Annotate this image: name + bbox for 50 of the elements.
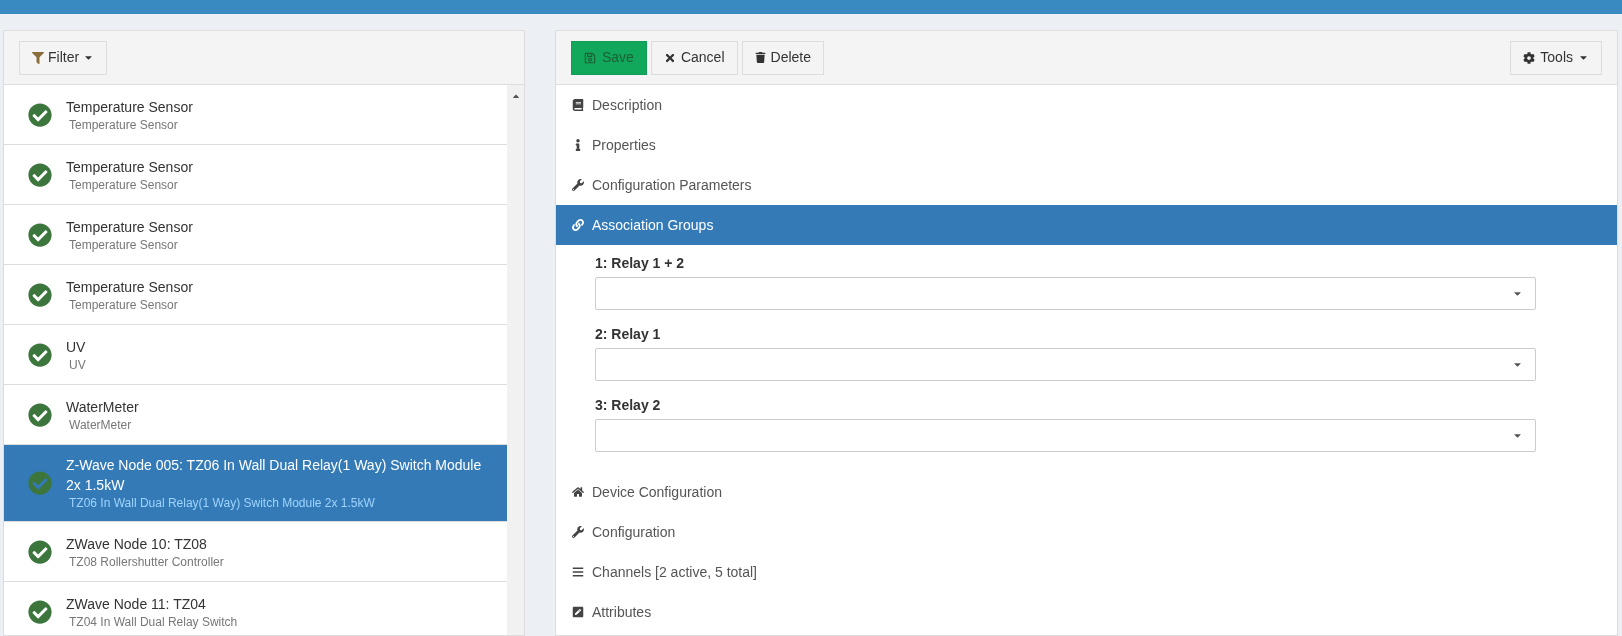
select-field[interactable] <box>595 277 1536 310</box>
link-icon <box>572 219 584 231</box>
device-title: Temperature Sensor <box>66 157 193 177</box>
section-header[interactable]: Configuration Parameters <box>556 165 1617 205</box>
select-field[interactable] <box>595 348 1536 381</box>
filter-icon <box>32 51 44 64</box>
device-title: Z-Wave Node 005: TZ06 In Wall Dual Relay(1 Way) Switch Module 2x 1.5kW <box>66 456 483 495</box>
tools-button[interactable]: Tools <box>1510 40 1602 75</box>
section-header[interactable]: Channels [2 active, 5 total] <box>556 552 1617 592</box>
menu-icon <box>572 566 584 578</box>
book-icon <box>572 99 584 111</box>
group-label: 1: Relay 1 + 2 <box>595 253 686 273</box>
device-title: ZWave Node 11: TZ04 <box>66 594 207 614</box>
device-subtitle: TZ06 In Wall Dual Relay(1 Way) Switch Module 2x 1.5kW <box>68 495 376 511</box>
delete-button[interactable]: Delete <box>741 40 824 75</box>
device-subtitle: TZ08 Rollershutter Controller <box>68 553 224 570</box>
device-title: Temperature Sensor <box>66 277 193 297</box>
cancel-button[interactable]: Cancel <box>650 40 738 75</box>
wrench-icon <box>572 526 584 538</box>
trash-icon <box>754 52 766 63</box>
device-subtitle: UV <box>68 356 86 373</box>
section-header[interactable]: Attributes <box>556 592 1617 632</box>
device-title: ZWave Node 10: TZ08 <box>66 534 208 554</box>
close-icon <box>663 51 676 64</box>
select-field[interactable] <box>595 419 1536 452</box>
device-title: Temperature Sensor <box>66 97 193 117</box>
device-title: WaterMeter <box>66 397 139 417</box>
section-header[interactable]: Properties <box>556 125 1617 165</box>
device-subtitle: TZ04 In Wall Dual Relay Switch <box>68 613 238 630</box>
section-header[interactable]: Description <box>556 85 1617 125</box>
section-header[interactable]: Association Groups <box>556 205 1617 245</box>
save-icon <box>584 51 596 64</box>
device-subtitle: Temperature Sensor <box>68 116 179 133</box>
device-title: UV <box>66 337 86 357</box>
device-list-item[interactable]: Z-Wave Node 005: TZ06 In Wall Dual Relay(1 Way) Switch Module 2x 1.5kW TZ06 In Wall Dual Relay(1 Way) Switch Module 2x 1.5kW <box>4 445 507 522</box>
group-label: 2: Relay 1 <box>595 324 662 344</box>
device-subtitle: Temperature Sensor <box>68 236 179 253</box>
settings-icon <box>1523 51 1536 64</box>
home-icon <box>572 486 584 498</box>
device-title: Temperature Sensor <box>66 217 193 237</box>
device-subtitle: Temperature Sensor <box>68 176 179 193</box>
wrench-icon <box>572 179 584 191</box>
edit-icon <box>572 606 584 618</box>
section-header[interactable]: Device Configuration <box>556 472 1617 512</box>
scrollbar[interactable] <box>507 85 524 635</box>
device-subtitle: WaterMeter <box>68 416 133 433</box>
group-label: 3: Relay 2 <box>595 395 662 415</box>
device-subtitle: Temperature Sensor <box>68 296 179 313</box>
filter-button[interactable]: Filter <box>19 40 108 75</box>
section-header[interactable]: Configuration <box>556 512 1617 552</box>
